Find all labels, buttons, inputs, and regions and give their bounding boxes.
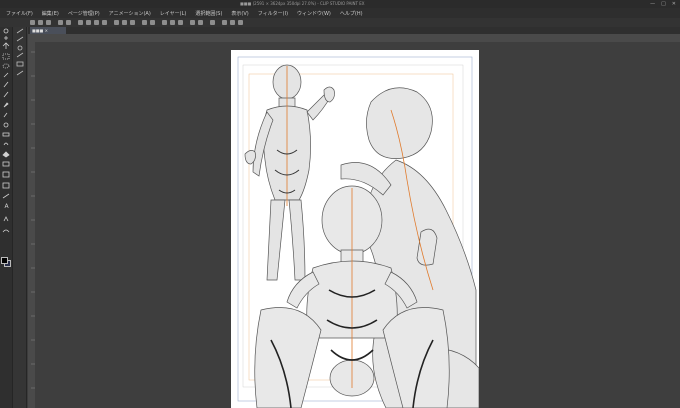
main-color-swatch[interactable]	[1, 257, 8, 264]
vruler-ticks	[31, 51, 35, 389]
clear-icon[interactable]	[78, 20, 83, 25]
paste-icon[interactable]	[102, 20, 107, 25]
menu-selection[interactable]: 選択範囲(S)	[195, 10, 222, 17]
line-correction-icon	[2, 229, 10, 233]
horizontal-ruler	[28, 34, 680, 42]
canvas-area[interactable]	[35, 42, 680, 408]
eraser-icon	[2, 132, 10, 137]
sub-tool-block-icon	[16, 61, 24, 67]
select-icon	[2, 53, 10, 60]
menu-bar: ファイル(F) 編集(E) ページ管理(P) アニメーション(A) レイヤー(L…	[0, 8, 680, 18]
zoom-icon	[3, 28, 9, 34]
text-icon[interactable]: A	[3, 203, 10, 210]
save-icon[interactable]	[46, 20, 51, 25]
window-title: ■■■ (2591 × 3624px 350dpi 27.0%) - CLIP …	[240, 1, 365, 6]
help-icon[interactable]	[238, 20, 243, 25]
lasso-icon	[2, 63, 10, 69]
figure-standing-raised-hand	[323, 86, 335, 103]
share-icon[interactable]	[230, 20, 235, 25]
menu-layer[interactable]: レイヤー(L)	[160, 10, 187, 17]
sub-tool-marker-icon	[16, 36, 24, 42]
tool-icons	[2, 28, 10, 233]
special-ruler-snap-icon[interactable]	[170, 20, 175, 25]
fill-icon	[2, 151, 10, 158]
title-bar: ■■■ (2591 × 3624px 350dpi 27.0%) - CLIP …	[0, 0, 680, 8]
deselect-icon[interactable]	[122, 20, 127, 25]
pencil-icon	[3, 91, 9, 98]
assets-icon[interactable]	[198, 20, 203, 25]
figure-standing-right-leg	[288, 199, 306, 281]
menu-edit[interactable]: 編集(E)	[42, 10, 59, 17]
frame-icon	[2, 182, 10, 189]
transform-icon[interactable]	[114, 20, 119, 25]
3d-figure-scene	[237, 56, 479, 408]
ruler-snap-icon[interactable]	[162, 20, 167, 25]
document-tab-bar: ■■■ ×	[28, 27, 680, 34]
menu-animation[interactable]: アニメーション(A)	[109, 10, 151, 17]
sub-tool-gpen-icon	[16, 52, 24, 58]
figure-standing-left-leg	[266, 199, 286, 281]
figure-sitting-left-leg	[254, 307, 322, 408]
document-tab[interactable]: ■■■ ×	[30, 27, 66, 34]
blend-icon	[3, 142, 9, 146]
menu-window[interactable]: ウィンドウ(W)	[297, 10, 331, 17]
decoration-icon	[3, 122, 9, 128]
maximize-button[interactable]: □	[661, 0, 666, 8]
settings-icon[interactable]	[190, 20, 195, 25]
eyedropper-icon	[3, 72, 9, 78]
account-icon[interactable]	[222, 20, 227, 25]
window-controls: — □ ✕	[650, 0, 676, 8]
figure-icon	[2, 171, 10, 178]
menu-view[interactable]: 表示(V)	[231, 10, 248, 17]
menu-file[interactable]: ファイル(F)	[6, 10, 33, 17]
clip-icon[interactable]	[142, 20, 147, 25]
sub-tool-round-icon	[17, 45, 23, 51]
fill-selection-icon[interactable]	[150, 20, 155, 25]
hand-icon	[4, 36, 8, 40]
canvas-paper[interactable]	[231, 50, 479, 408]
pen-icon	[3, 81, 9, 88]
redo-icon[interactable]	[66, 20, 71, 25]
figure-right-head	[366, 87, 433, 159]
command-bar	[0, 18, 680, 27]
sub-tool-mapping-icon	[16, 70, 24, 76]
new-file-icon[interactable]	[30, 20, 35, 25]
sub-tool-icons	[16, 28, 24, 76]
sub-tool-pen-icon	[16, 28, 24, 34]
menu-help[interactable]: ヘルプ(H)	[340, 10, 363, 17]
balloon-icon	[3, 216, 9, 222]
menu-filter[interactable]: フィルター(I)	[258, 10, 288, 17]
camera-icon[interactable]	[210, 20, 215, 25]
minimize-button[interactable]: —	[650, 0, 655, 8]
brush-icon	[3, 102, 9, 108]
open-file-icon[interactable]	[38, 20, 43, 25]
menu-page[interactable]: ページ管理(P)	[68, 10, 100, 17]
sub-tool-palette	[13, 27, 27, 408]
ruler-icon	[2, 193, 10, 199]
close-button[interactable]: ✕	[672, 0, 676, 8]
figure-standing[interactable]	[244, 64, 335, 281]
grid-snap-icon[interactable]	[178, 20, 183, 25]
copy-icon[interactable]	[94, 20, 99, 25]
airbrush-icon	[3, 112, 8, 118]
move-icon	[2, 42, 10, 49]
invert-selection-icon[interactable]	[130, 20, 135, 25]
undo-icon[interactable]	[58, 20, 63, 25]
tool-palette: A	[0, 27, 13, 408]
cut-icon[interactable]	[86, 20, 91, 25]
clip-studio-window: ■■■ (2591 × 3624px 350dpi 27.0%) - CLIP …	[0, 0, 680, 408]
vertical-ruler	[28, 42, 35, 408]
gradient-icon	[2, 161, 10, 167]
